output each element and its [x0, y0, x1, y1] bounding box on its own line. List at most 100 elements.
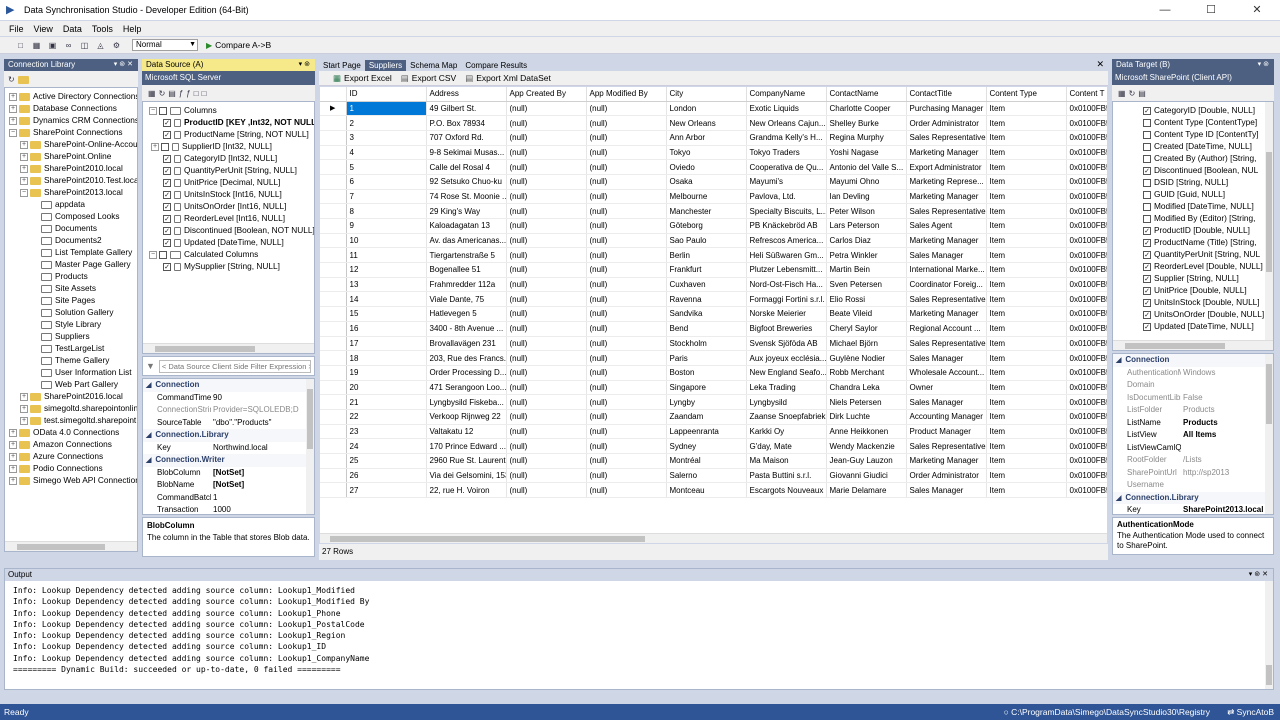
table-cell[interactable]: 17: [346, 336, 427, 352]
table-cell[interactable]: Giovanni Giudici: [826, 468, 907, 484]
table-cell[interactable]: Item: [986, 409, 1067, 425]
table-cell[interactable]: New Orleans: [666, 115, 747, 131]
schema-column[interactable]: ✓ QuantityPerUnit [String, NULL]: [143, 164, 314, 176]
connection-tree-item[interactable]: Documents2: [5, 234, 137, 246]
refresh-icon[interactable]: ↻: [1129, 89, 1136, 98]
target-schema-column[interactable]: Content Type [ContentType]: [1113, 116, 1273, 128]
collapse-icon[interactable]: −: [149, 106, 157, 115]
table-cell[interactable]: Purchasing Manager: [906, 101, 987, 117]
schema-column[interactable]: ✓ UnitPrice [Decimal, NULL]: [143, 176, 314, 188]
column-header[interactable]: Content Type: [986, 87, 1067, 102]
table-cell[interactable]: Via dei Gelsomini, 153: [426, 468, 507, 484]
checked-checkbox[interactable]: ✓: [1143, 226, 1151, 235]
table-cell[interactable]: (null): [586, 438, 667, 454]
table-cell[interactable]: 29 King's Way: [426, 203, 507, 219]
table-row[interactable]: 2 P.O. Box 78934 (null) (null) New Orleans Ne…: [320, 115, 1107, 131]
table-cell[interactable]: Marketing Manager: [906, 189, 987, 205]
collapse-icon[interactable]: ◢: [146, 432, 151, 439]
table-cell[interactable]: (null): [506, 277, 587, 293]
row-header[interactable]: [320, 291, 347, 308]
table-row[interactable]: 14 Viale Dante, 75 (null) (null) Ravenna Form…: [320, 291, 1107, 308]
property-row[interactable]: SharePointUrl http://sp2013: [1113, 467, 1273, 480]
checked-checkbox[interactable]: ✓: [1143, 250, 1151, 259]
table-cell[interactable]: Item: [986, 233, 1067, 249]
checked-checkbox[interactable]: ✓: [163, 178, 171, 187]
row-header[interactable]: [320, 262, 347, 278]
connection-tree-item[interactable]: Products: [5, 270, 137, 282]
checked-checkbox[interactable]: ✓: [1143, 322, 1151, 331]
table-cell[interactable]: Sales Manager: [906, 482, 987, 499]
table-cell[interactable]: Item: [986, 453, 1067, 469]
table-cell[interactable]: 5: [346, 159, 427, 175]
table-cell[interactable]: Lyngby: [666, 394, 747, 410]
table-cell[interactable]: (null): [506, 424, 587, 440]
function-icon[interactable]: ƒ: [179, 89, 183, 98]
table-cell[interactable]: Martin Bein: [826, 262, 907, 278]
expand-icon[interactable]: +: [9, 116, 17, 125]
table-cell[interactable]: (null): [506, 189, 587, 205]
table-cell[interactable]: Jean-Guy Lauzon: [826, 453, 907, 469]
table-cell[interactable]: Product Manager: [906, 424, 987, 440]
property-row[interactable]: IsDocumentLibraryFalse: [1113, 392, 1273, 405]
table-cell[interactable]: 92 Setsuko Chuo-ku: [426, 174, 507, 190]
table-cell[interactable]: Elio Rossi: [826, 291, 907, 308]
row-header[interactable]: [320, 336, 347, 352]
property-category[interactable]: ◢ Connection.Library: [1113, 491, 1273, 504]
property-value[interactable]: Products: [1181, 404, 1273, 417]
table-cell[interactable]: Göteborg: [666, 218, 747, 234]
table-row[interactable]: 13 Frahmredder 112a (null) (null) Cuxhaven No…: [320, 277, 1107, 293]
table-cell[interactable]: Export Administrator: [906, 159, 987, 175]
table-cell[interactable]: 0x0100FB5: [1066, 233, 1107, 249]
checkbox[interactable]: [1143, 190, 1151, 199]
table-cell[interactable]: Melbourne: [666, 189, 747, 205]
table-row[interactable]: 4 9-8 Sekimai Musas... (null) (null) Tokyo To…: [320, 145, 1107, 161]
target-schema-column[interactable]: ✓ ProductName (Title) [String,: [1113, 236, 1273, 248]
table-cell[interactable]: Petra Winkler: [826, 247, 907, 264]
close-icon[interactable]: ✕: [1096, 59, 1104, 70]
table-cell[interactable]: Coordinator Foreig...: [906, 277, 987, 293]
table-cell[interactable]: 0x0100FB5: [1066, 424, 1107, 440]
expand-icon[interactable]: +: [9, 428, 17, 437]
property-value[interactable]: "dbo"."Products": [211, 417, 314, 430]
checked-checkbox[interactable]: ✓: [1143, 286, 1151, 295]
table-cell[interactable]: (null): [586, 468, 667, 484]
property-value[interactable]: http://sp2013: [1181, 467, 1273, 480]
table-cell[interactable]: 0x0100FB5: [1066, 409, 1107, 425]
table-cell[interactable]: (null): [506, 468, 587, 484]
table-cell[interactable]: (null): [586, 101, 667, 117]
table-cell[interactable]: Manchester: [666, 203, 747, 219]
table-cell[interactable]: 18: [346, 350, 427, 366]
connection-tree-item[interactable]: + SharePoint2016.local: [5, 390, 137, 402]
property-value[interactable]: [1181, 479, 1273, 492]
table-cell[interactable]: (null): [586, 350, 667, 366]
table-cell[interactable]: (null): [586, 336, 667, 352]
table-cell[interactable]: Sales Manager: [906, 247, 987, 264]
table-cell[interactable]: (null): [506, 247, 587, 264]
table-cell[interactable]: Sales Representative: [906, 336, 987, 352]
table-cell[interactable]: Tiergartenstraße 5: [426, 247, 507, 264]
row-header[interactable]: [320, 321, 347, 337]
table-cell[interactable]: Mayumi's: [746, 174, 827, 190]
table-cell[interactable]: (null): [506, 482, 587, 499]
expand-icon[interactable]: +: [9, 476, 17, 485]
table-cell[interactable]: Lyngbysild Fiskeba...: [426, 394, 507, 410]
table-cell[interactable]: Sven Petersen: [826, 277, 907, 293]
table-cell[interactable]: Order Processing D...: [426, 365, 507, 381]
table-cell[interactable]: Frankfurt: [666, 262, 747, 278]
table-cell[interactable]: (null): [506, 321, 587, 337]
property-row[interactable]: Key SharePoint2013.local: [1113, 504, 1273, 514]
minimize-button[interactable]: —: [1142, 0, 1188, 20]
table-cell[interactable]: 20: [346, 380, 427, 396]
schema-icon[interactable]: ▦: [148, 89, 156, 98]
property-value[interactable]: [1181, 379, 1273, 392]
table-cell[interactable]: 27: [346, 482, 427, 499]
table-cell[interactable]: Boston: [666, 365, 747, 381]
table-cell[interactable]: (null): [506, 218, 587, 234]
table-cell[interactable]: Marketing Represe...: [906, 174, 987, 190]
schema-column[interactable]: ✓ ProductName [String, NOT NULL]: [143, 128, 314, 140]
sync-mode[interactable]: ⇄ SyncAtoB: [1227, 704, 1274, 720]
table-cell[interactable]: Anne Heikkonen: [826, 424, 907, 440]
table-cell[interactable]: (null): [586, 482, 667, 499]
connection-tree-item[interactable]: + SharePoint2010.Test.local: [5, 174, 137, 186]
row-header[interactable]: [320, 380, 347, 396]
